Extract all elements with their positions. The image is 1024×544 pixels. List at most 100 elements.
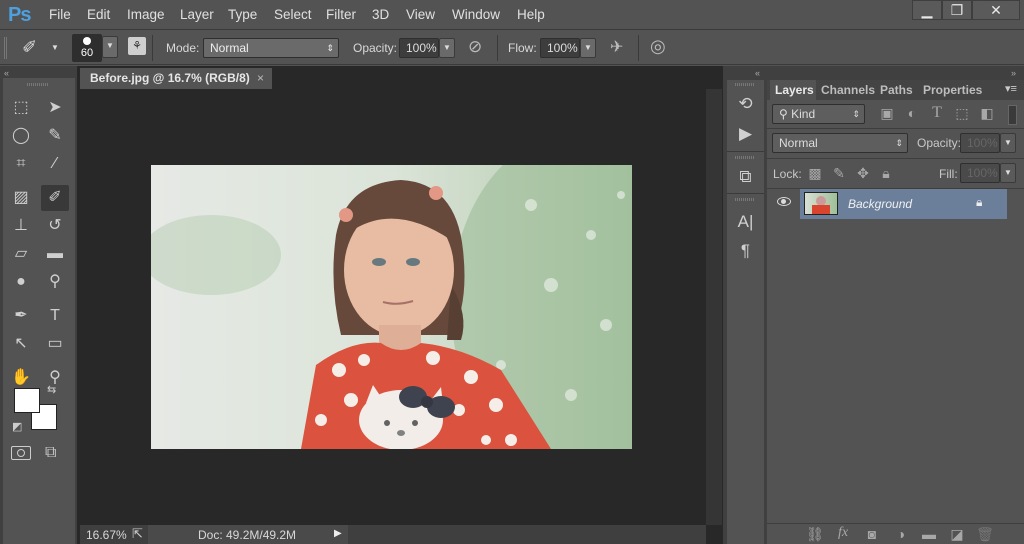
link-layers-icon[interactable]: ⛓	[805, 526, 825, 543]
brush-tool[interactable]: ✐	[41, 185, 69, 211]
flow-input[interactable]: 100%	[540, 38, 580, 58]
panel-menu-icon[interactable]: ▾≡	[1005, 82, 1017, 95]
new-layer-icon[interactable]: ◪	[947, 526, 967, 543]
close-button[interactable]: ✕	[972, 0, 1020, 20]
tools-panel-grip[interactable]	[27, 83, 49, 86]
delete-layer-icon[interactable]: 🗑︎	[975, 526, 995, 543]
filter-kind-select[interactable]: ⚲ Kind ⇕	[772, 104, 865, 124]
fill-input[interactable]: 100%	[960, 163, 1000, 183]
filter-toggle[interactable]	[1008, 105, 1017, 125]
layer-row-background[interactable]: Background 🔒︎	[800, 189, 1007, 219]
tab-channels[interactable]: Channels	[816, 80, 881, 100]
vertical-scrollbar[interactable]	[706, 89, 722, 525]
crop-tool[interactable]: ⌗	[7, 151, 35, 177]
menu-file[interactable]: File	[49, 7, 71, 22]
quick-selection-tool[interactable]: ✎	[41, 123, 69, 149]
expand-dock-icon[interactable]: »	[1011, 68, 1016, 78]
gradient-tool[interactable]: ▬	[41, 241, 69, 267]
eyedropper-tool[interactable]: ⁄	[41, 151, 69, 177]
path-selection-tool[interactable]: ↖	[7, 331, 35, 357]
actions-play-icon[interactable]: ▶	[727, 120, 764, 148]
brush-panel-toggle-icon[interactable]: ⚘	[128, 37, 146, 55]
status-menu-arrow-icon[interactable]: ▶	[334, 528, 342, 539]
airbrush-icon[interactable]: ✈	[610, 37, 623, 57]
type-tool[interactable]: T	[41, 303, 69, 329]
panel-grip[interactable]	[735, 198, 755, 201]
panel-grip[interactable]	[735, 83, 755, 86]
pen-tool[interactable]: ✒	[7, 303, 35, 329]
menu-edit[interactable]: Edit	[87, 7, 110, 22]
pressure-opacity-icon[interactable]: ⊘	[468, 37, 482, 57]
history-brush-tool[interactable]: ↺	[41, 213, 69, 239]
swap-colors-icon[interactable]: ⇆	[47, 383, 56, 396]
share-icon[interactable]: ⇱	[132, 526, 143, 542]
filter-type-icon[interactable]: T	[927, 104, 947, 122]
document-tab[interactable]: Before.jpg @ 16.7% (RGB/8) ×	[80, 68, 272, 89]
screen-mode-icon[interactable]: ⧉	[45, 444, 56, 462]
tab-properties[interactable]: Properties	[918, 80, 988, 100]
quick-mask-icon[interactable]	[11, 446, 31, 460]
menu-type[interactable]: Type	[228, 7, 257, 22]
brush-preset-icon[interactable]: ✐	[22, 37, 37, 58]
blur-tool[interactable]: ●	[7, 269, 35, 295]
filter-pixel-icon[interactable]: ▣	[877, 105, 897, 122]
menu-layer[interactable]: Layer	[180, 7, 214, 22]
fx-icon[interactable]: fx	[833, 525, 853, 541]
filter-adjustment-icon[interactable]: ◐	[902, 105, 922, 121]
dodge-tool[interactable]: ⚲	[41, 269, 69, 295]
close-tab-icon[interactable]: ×	[257, 68, 264, 89]
pressure-size-icon[interactable]: ◎	[650, 36, 666, 57]
minimize-button[interactable]: ▁	[912, 0, 942, 20]
brush-size-picker[interactable]: 60	[72, 34, 102, 62]
rectangle-tool[interactable]: ▭	[41, 331, 69, 357]
lock-all-icon[interactable]: 🔒︎	[876, 165, 896, 182]
clone-source-icon[interactable]: ⧉	[727, 163, 764, 191]
flow-dropdown[interactable]: ▼	[580, 38, 596, 58]
opacity-dropdown[interactable]: ▼	[439, 38, 455, 58]
menu-image[interactable]: Image	[127, 7, 165, 22]
opacity-input[interactable]: 100%	[399, 38, 439, 58]
zoom-level[interactable]: 16.67%	[86, 528, 127, 542]
menu-select[interactable]: Select	[274, 7, 312, 22]
layer-opacity-input[interactable]: 100%	[960, 133, 1000, 153]
fill-dropdown[interactable]: ▼	[1000, 163, 1016, 183]
collapse-dock-icon[interactable]: «	[755, 68, 760, 78]
blend-mode-select[interactable]: Normal ⇕	[772, 133, 908, 153]
panel-grip[interactable]	[735, 156, 755, 159]
default-colors-icon[interactable]: ◩	[12, 420, 22, 433]
brush-size-dropdown[interactable]: ▼	[102, 36, 118, 58]
move-tool[interactable]: ➤	[41, 95, 69, 121]
menu-window[interactable]: Window	[452, 7, 500, 22]
foreground-color-swatch[interactable]	[14, 388, 40, 413]
filter-smart-object-icon[interactable]: ◧	[977, 105, 997, 122]
restore-button[interactable]: ❐	[942, 0, 972, 20]
layer-lock-icon[interactable]: 🔒︎	[976, 195, 982, 210]
tab-layers[interactable]: Layers	[770, 80, 819, 100]
character-icon[interactable]: A|	[727, 208, 764, 236]
menu-help[interactable]: Help	[517, 7, 545, 22]
lock-transparent-icon[interactable]: ▩	[805, 165, 825, 182]
eraser-tool[interactable]: ▱	[7, 241, 35, 267]
collapse-tools-icon[interactable]: «	[4, 68, 9, 78]
paragraph-icon[interactable]: ¶	[727, 237, 764, 265]
add-mask-icon[interactable]: ◙	[862, 526, 882, 542]
lock-position-icon[interactable]: ✥	[853, 165, 873, 182]
rectangular-marquee-tool[interactable]: ⬚	[7, 95, 35, 121]
document-image[interactable]	[151, 165, 632, 449]
layer-visibility-toggle[interactable]	[767, 189, 800, 219]
menu-filter[interactable]: Filter	[326, 7, 356, 22]
spot-healing-brush-tool[interactable]: ▨	[7, 185, 35, 211]
doc-info-box[interactable]: Doc: 49.2M/49.2M ▶	[148, 525, 348, 544]
new-group-icon[interactable]: ▬	[919, 526, 939, 542]
adjustment-layer-icon[interactable]: ◑	[891, 526, 911, 542]
history-icon[interactable]: ⟲	[727, 90, 764, 118]
menu-view[interactable]: View	[406, 7, 435, 22]
lock-image-icon[interactable]: ✎	[829, 165, 849, 182]
clone-stamp-tool[interactable]: ⊥	[7, 213, 35, 239]
options-bar-grip[interactable]	[4, 37, 7, 59]
filter-shape-icon[interactable]: ⬚	[952, 105, 972, 122]
layer-opacity-dropdown[interactable]: ▼	[1000, 133, 1016, 153]
lasso-tool[interactable]: ◯	[7, 123, 35, 149]
menu-3d[interactable]: 3D	[372, 7, 389, 22]
tab-paths[interactable]: Paths	[875, 80, 918, 100]
